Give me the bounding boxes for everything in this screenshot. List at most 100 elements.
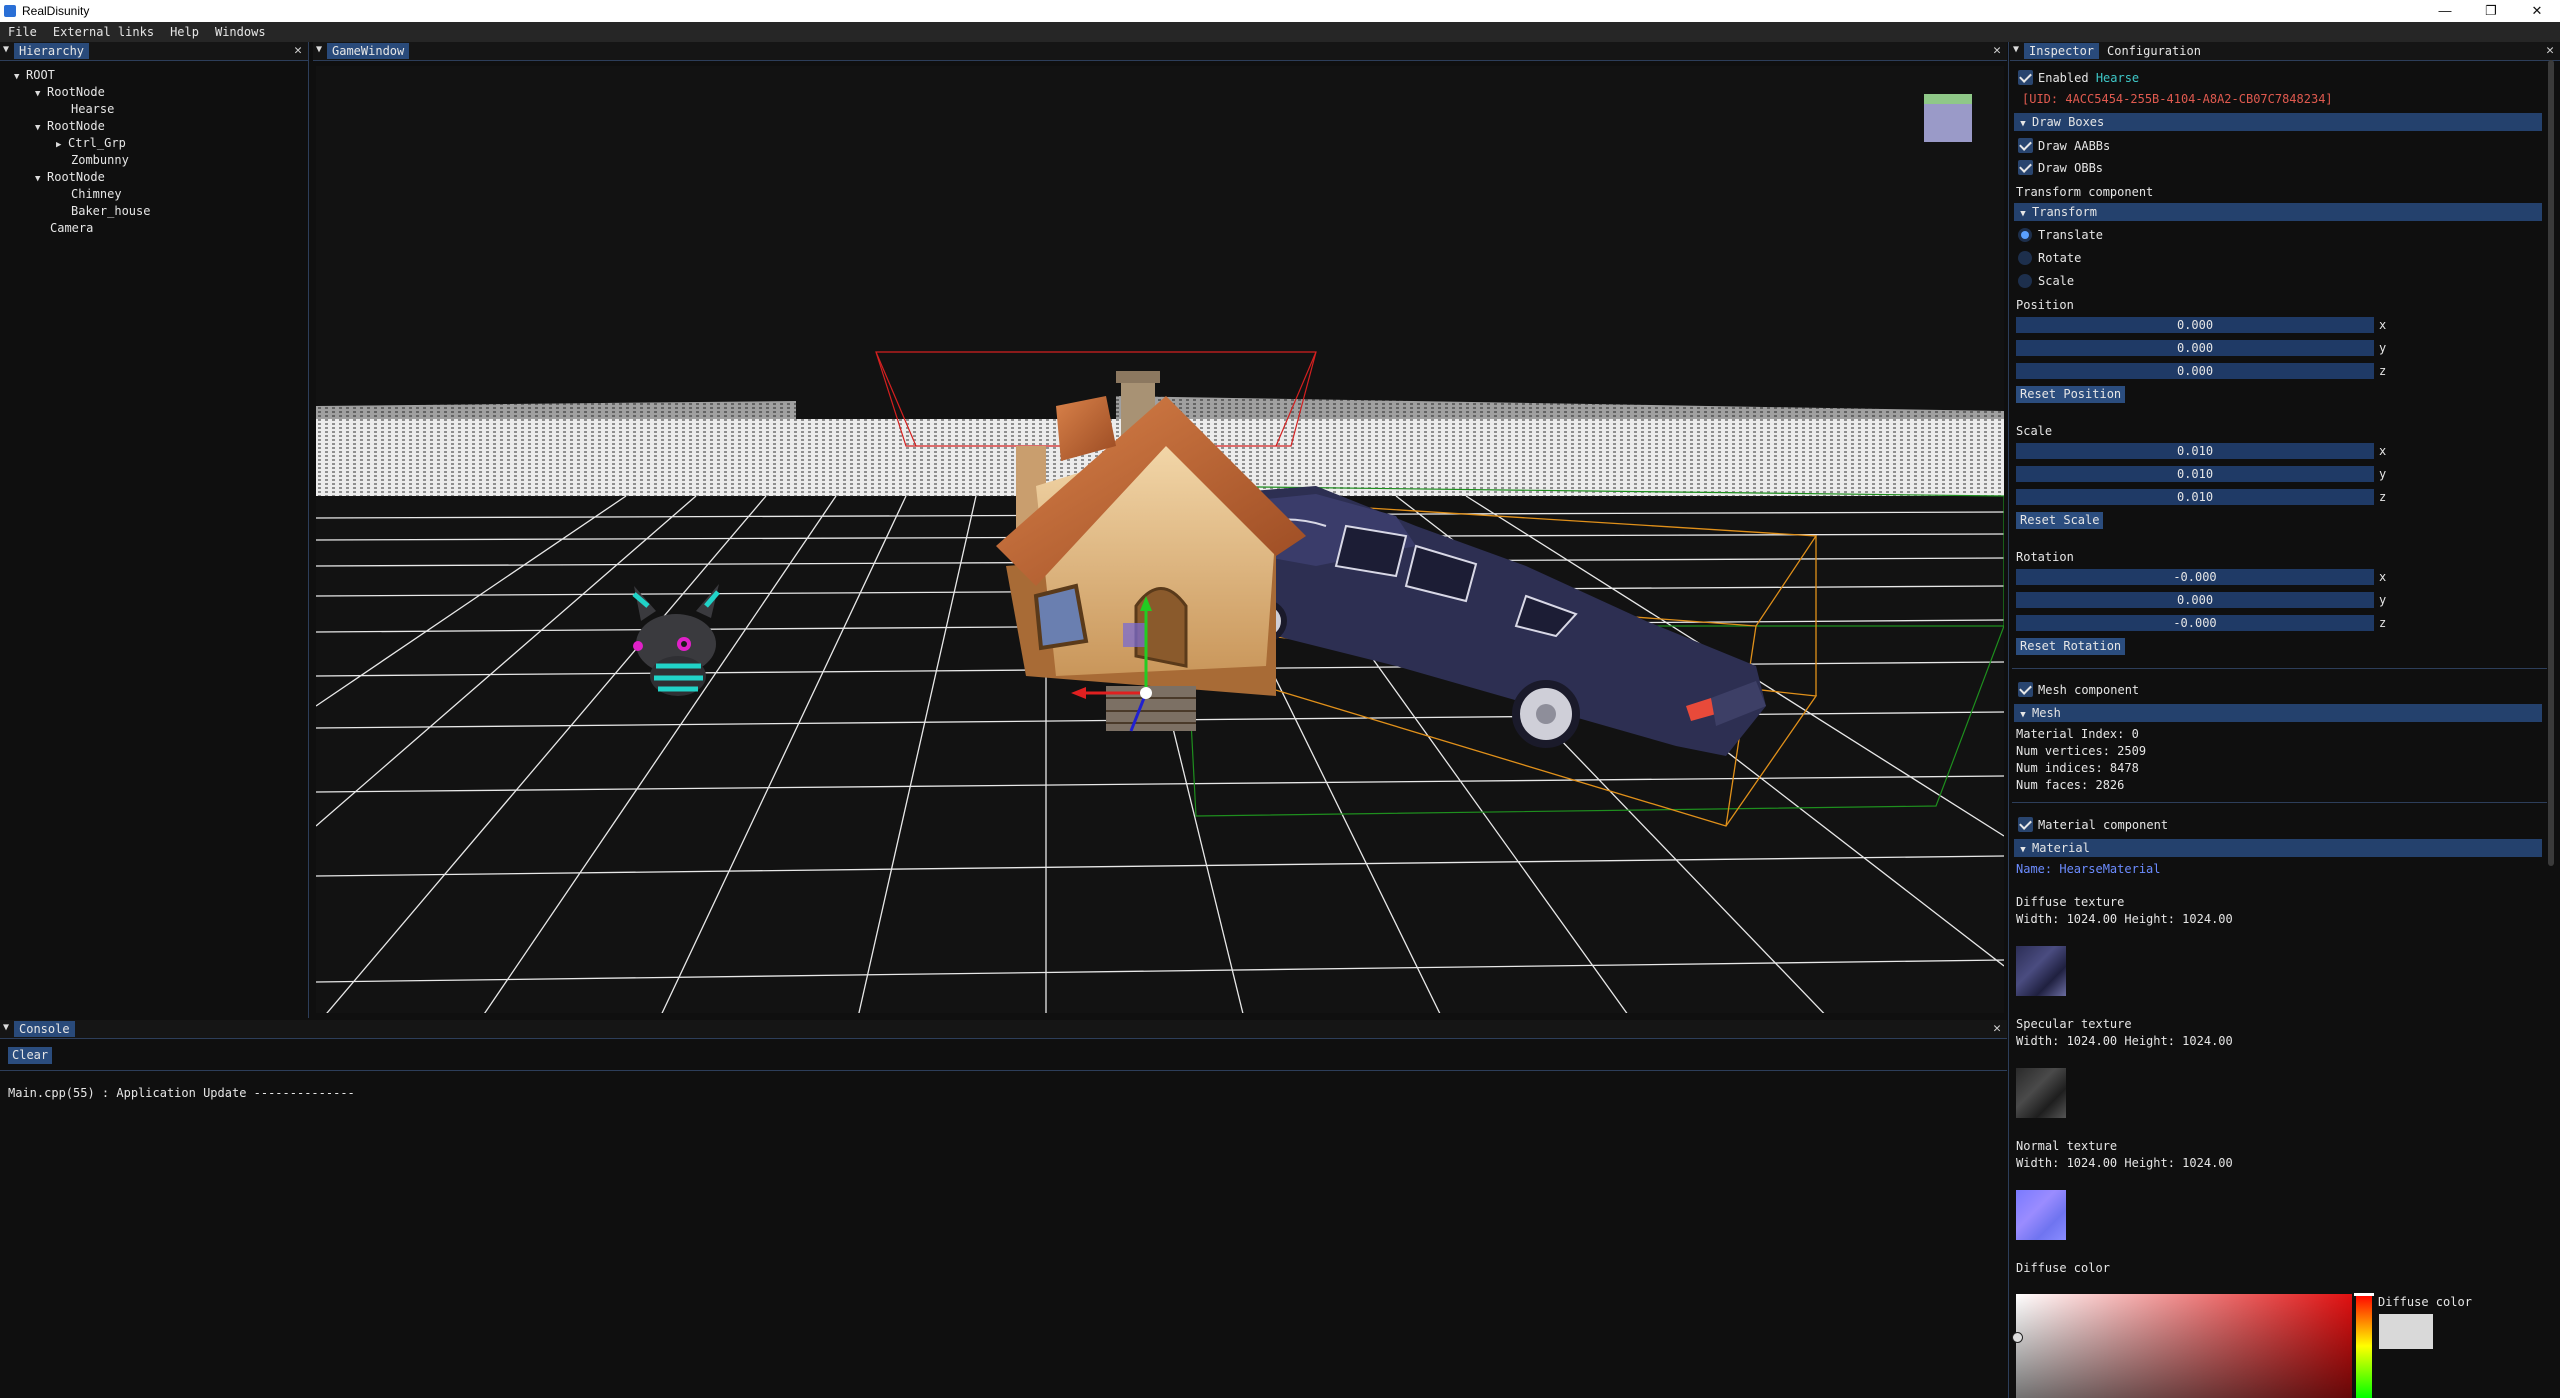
- tab-game-window[interactable]: GameWindow: [327, 43, 410, 59]
- expand-arrow-icon[interactable]: ▼: [35, 120, 47, 136]
- transform-component-label: Transform component: [2016, 185, 2154, 199]
- tree-node[interactable]: Camera: [38, 220, 93, 236]
- material-label: Material: [2032, 841, 2090, 855]
- mesh-header[interactable]: ▼ Mesh: [2014, 704, 2542, 722]
- collapse-icon[interactable]: ▼: [2013, 44, 2019, 55]
- tree-node[interactable]: Hearse: [59, 101, 114, 117]
- transform-label: Transform: [2032, 205, 2098, 219]
- tree-node[interactable]: ▼ RootNode: [35, 118, 105, 136]
- axis-z-label: z: [2379, 616, 2387, 630]
- mesh-component-checkbox[interactable]: [2018, 682, 2033, 697]
- scale-y-field[interactable]: 0.010: [2016, 466, 2374, 482]
- tab-inspector[interactable]: Inspector: [2024, 43, 2100, 59]
- restore-icon[interactable]: ❐: [2468, 0, 2514, 22]
- diffuse-texture-thumbnail[interactable]: [2016, 946, 2066, 996]
- expand-arrow-icon[interactable]: ▼: [35, 86, 47, 102]
- clear-button[interactable]: Clear: [8, 1047, 53, 1064]
- enabled-label: Enabled: [2038, 71, 2089, 85]
- diffuse-color-picker-label: Diffuse color: [2378, 1295, 2472, 1309]
- reset-rotation-button[interactable]: Reset Rotation: [2016, 638, 2126, 655]
- position-y-field[interactable]: 0.000: [2016, 340, 2374, 356]
- close-icon[interactable]: ✕: [294, 43, 302, 58]
- tab-configuration[interactable]: Configuration: [2102, 43, 2206, 59]
- normal-texture-thumbnail[interactable]: [2016, 1190, 2066, 1240]
- axis-x-label: x: [2379, 570, 2387, 584]
- chevron-down-icon: ▼: [2020, 845, 2026, 855]
- menu-help[interactable]: Help: [162, 22, 207, 42]
- close-icon[interactable]: ✕: [1993, 1021, 2001, 1036]
- diffuse-color-label: Diffuse color: [2016, 1261, 2110, 1275]
- axis-y-label: y: [2379, 341, 2387, 355]
- tree-node[interactable]: ▼ ROOT: [14, 67, 55, 85]
- color-picker-cursor[interactable]: [2012, 1332, 2023, 1343]
- draw-obbs-checkbox[interactable]: [2018, 160, 2033, 175]
- collapse-icon[interactable]: ▼: [3, 44, 9, 55]
- translate-radio[interactable]: [2018, 228, 2032, 242]
- scale-radio[interactable]: [2018, 274, 2032, 288]
- draw-aabbs-checkbox[interactable]: [2018, 138, 2033, 153]
- menu-external-links[interactable]: External links: [45, 22, 162, 42]
- rotation-y-field[interactable]: 0.000: [2016, 592, 2374, 608]
- tree-node-label: Baker_house: [71, 204, 151, 218]
- panel-divider[interactable]: [2008, 42, 2009, 1398]
- expand-arrow-icon[interactable]: ▶: [56, 137, 68, 153]
- num-vertices-text: Num vertices: 2509: [2016, 744, 2147, 758]
- close-icon[interactable]: ✕: [1993, 43, 2001, 58]
- transform-header[interactable]: ▼ Transform: [2014, 203, 2542, 221]
- menu-file[interactable]: File: [0, 22, 45, 42]
- draw-boxes-header[interactable]: ▼ Draw Boxes: [2014, 113, 2542, 131]
- specular-texture-thumbnail[interactable]: [2016, 1068, 2066, 1118]
- tree-node[interactable]: ▶ Ctrl_Grp: [56, 135, 126, 153]
- panel-divider[interactable]: [308, 42, 309, 1018]
- tree-node[interactable]: Chimney: [59, 186, 122, 202]
- reset-position-button[interactable]: Reset Position: [2016, 386, 2126, 403]
- window-titlebar: RealDisunity — ❐ ✕: [0, 0, 2560, 22]
- scale-z-field[interactable]: 0.010: [2016, 489, 2374, 505]
- enabled-row: Enabled Hearse: [2038, 70, 2139, 86]
- console-title-bar: ▼ Console ✕: [0, 1020, 2007, 1039]
- color-picker-square[interactable]: [2012, 1294, 2352, 1398]
- tree-node[interactable]: Zombunny: [59, 152, 129, 168]
- hue-slider[interactable]: [2356, 1294, 2372, 1398]
- hue-slider-handle[interactable]: [2354, 1293, 2374, 1296]
- scale-label: Scale: [2016, 424, 2053, 438]
- position-x-field[interactable]: 0.000: [2016, 317, 2374, 333]
- expand-arrow-icon[interactable]: ▼: [35, 171, 47, 187]
- scene-viewport[interactable]: [316, 66, 2004, 1013]
- tree-node-label: Zombunny: [71, 153, 129, 167]
- close-icon[interactable]: ✕: [2546, 43, 2554, 58]
- rotation-x-field[interactable]: -0.000: [2016, 569, 2374, 585]
- color-swatch[interactable]: [2379, 1314, 2433, 1349]
- normal-texture-size: Width: 1024.00 Height: 1024.00: [2016, 1156, 2233, 1170]
- tree-node[interactable]: Baker_house: [59, 203, 150, 219]
- inspector-scrollbar[interactable]: [2548, 60, 2554, 866]
- window-title: RealDisunity: [22, 4, 90, 18]
- tree-node-label: Camera: [50, 221, 94, 235]
- material-component-label: Material component: [2038, 818, 2169, 832]
- tab-hierarchy[interactable]: Hierarchy: [14, 43, 90, 59]
- tree-node[interactable]: ▼ RootNode: [35, 84, 105, 102]
- collapse-icon[interactable]: ▼: [316, 44, 322, 55]
- rotation-z-field[interactable]: -0.000: [2016, 615, 2374, 631]
- rotate-radio[interactable]: [2018, 251, 2032, 265]
- diffuse-texture-label: Diffuse texture: [2016, 895, 2125, 909]
- material-header[interactable]: ▼ Material: [2014, 839, 2542, 857]
- hierarchy-panel: ▼ Hierarchy ✕ ▼ ROOT ▼ RootNode Hearse ▼ Ro…: [0, 42, 308, 1018]
- scale-mode-label: Scale: [2038, 274, 2075, 288]
- material-component-checkbox[interactable]: [2018, 817, 2033, 832]
- position-z-field[interactable]: 0.000: [2016, 363, 2374, 379]
- orientation-cube-icon[interactable]: [1924, 94, 1972, 142]
- minimize-icon[interactable]: —: [2422, 0, 2468, 22]
- enabled-checkbox[interactable]: [2018, 70, 2033, 85]
- scale-x-field[interactable]: 0.010: [2016, 443, 2374, 459]
- tree-node[interactable]: ▼ RootNode: [35, 169, 105, 187]
- collapse-icon[interactable]: ▼: [3, 1022, 9, 1033]
- tree-node-label: RootNode: [47, 119, 105, 133]
- menu-windows[interactable]: Windows: [207, 22, 274, 42]
- console-divider: [0, 1070, 2007, 1071]
- axis-x-label: x: [2379, 444, 2387, 458]
- expand-arrow-icon[interactable]: ▼: [14, 69, 26, 85]
- reset-scale-button[interactable]: Reset Scale: [2016, 512, 2104, 529]
- tab-console[interactable]: Console: [14, 1021, 75, 1037]
- close-window-icon[interactable]: ✕: [2514, 0, 2560, 22]
